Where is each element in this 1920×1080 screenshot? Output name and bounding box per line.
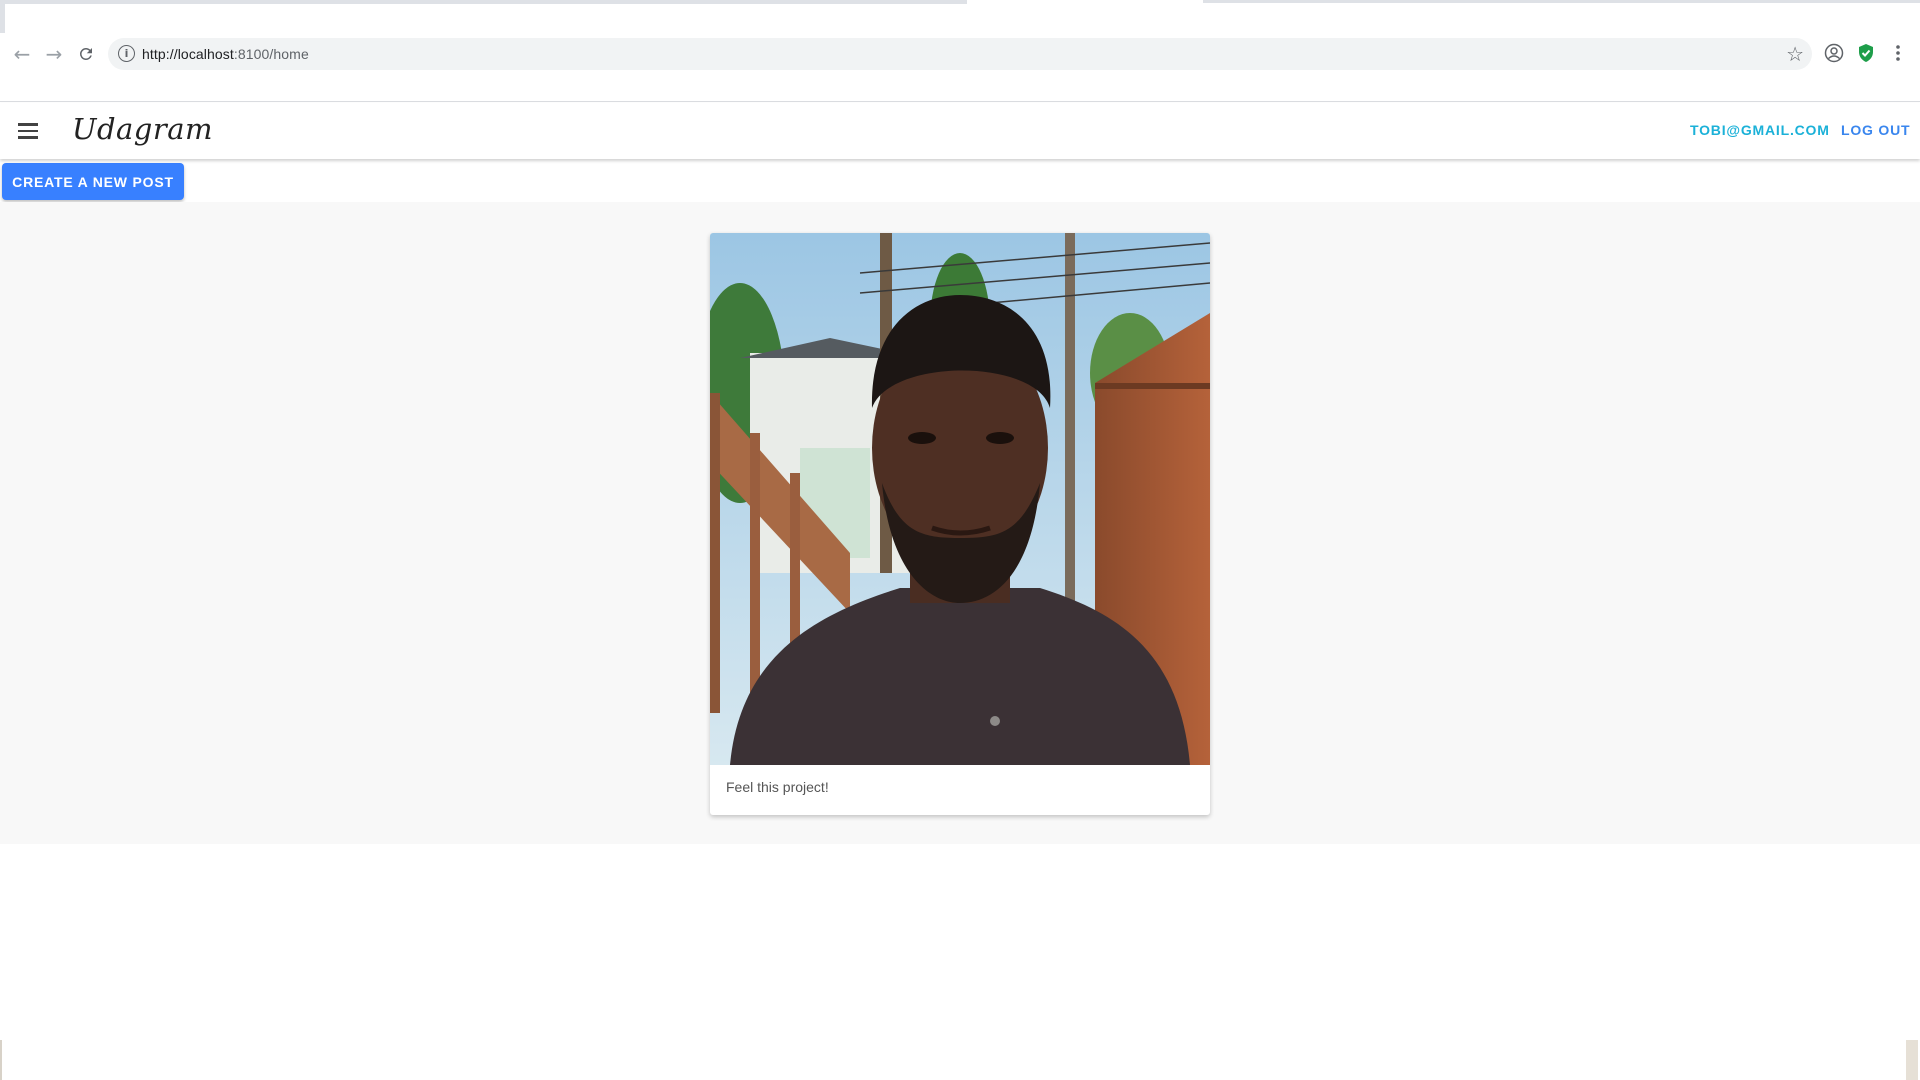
- browser-toolbar: ← → i http://localhost:8100/home ☆: [0, 33, 1920, 102]
- app-header: Udagram TOBI@GMAIL.COM LOG OUT: [0, 103, 1920, 159]
- logout-button[interactable]: LOG OUT: [1841, 122, 1910, 138]
- scrollbar[interactable]: [1906, 1040, 1918, 1080]
- arrow-left-icon[interactable]: ←: [6, 36, 38, 72]
- address-bar[interactable]: i http://localhost:8100/home ☆: [108, 38, 1812, 70]
- tab-divider: [1203, 0, 1920, 3]
- feed: Feel this project!: [0, 202, 1920, 844]
- arrow-right-icon[interactable]: →: [38, 36, 70, 72]
- brand-logo: Udagram: [72, 112, 214, 146]
- post-card[interactable]: Feel this project!: [710, 233, 1210, 815]
- tab-divider: [0, 0, 5, 37]
- hamburger-menu-icon[interactable]: [15, 118, 41, 144]
- browser-tabstrip: [0, 0, 1920, 37]
- url-host: http://localhost: [142, 46, 234, 62]
- star-icon[interactable]: ☆: [1786, 42, 1804, 66]
- kebab-menu-icon[interactable]: [1886, 41, 1910, 65]
- create-post-button[interactable]: CREATE A NEW POST: [2, 163, 184, 200]
- action-bar: CREATE A NEW POST: [0, 159, 1920, 202]
- shield-check-icon[interactable]: [1854, 41, 1878, 65]
- url-path: :8100/home: [233, 46, 309, 62]
- reload-icon[interactable]: [70, 36, 102, 72]
- post-image: [710, 233, 1210, 765]
- tab-divider: [5, 0, 967, 4]
- post-caption: Feel this project!: [726, 779, 829, 795]
- scrollbar-left-edge: [0, 1040, 2, 1080]
- info-icon[interactable]: i: [118, 45, 135, 62]
- url-text[interactable]: http://localhost:8100/home: [142, 46, 309, 62]
- user-email-link[interactable]: TOBI@GMAIL.COM: [1690, 122, 1830, 138]
- profile-icon[interactable]: [1822, 41, 1846, 65]
